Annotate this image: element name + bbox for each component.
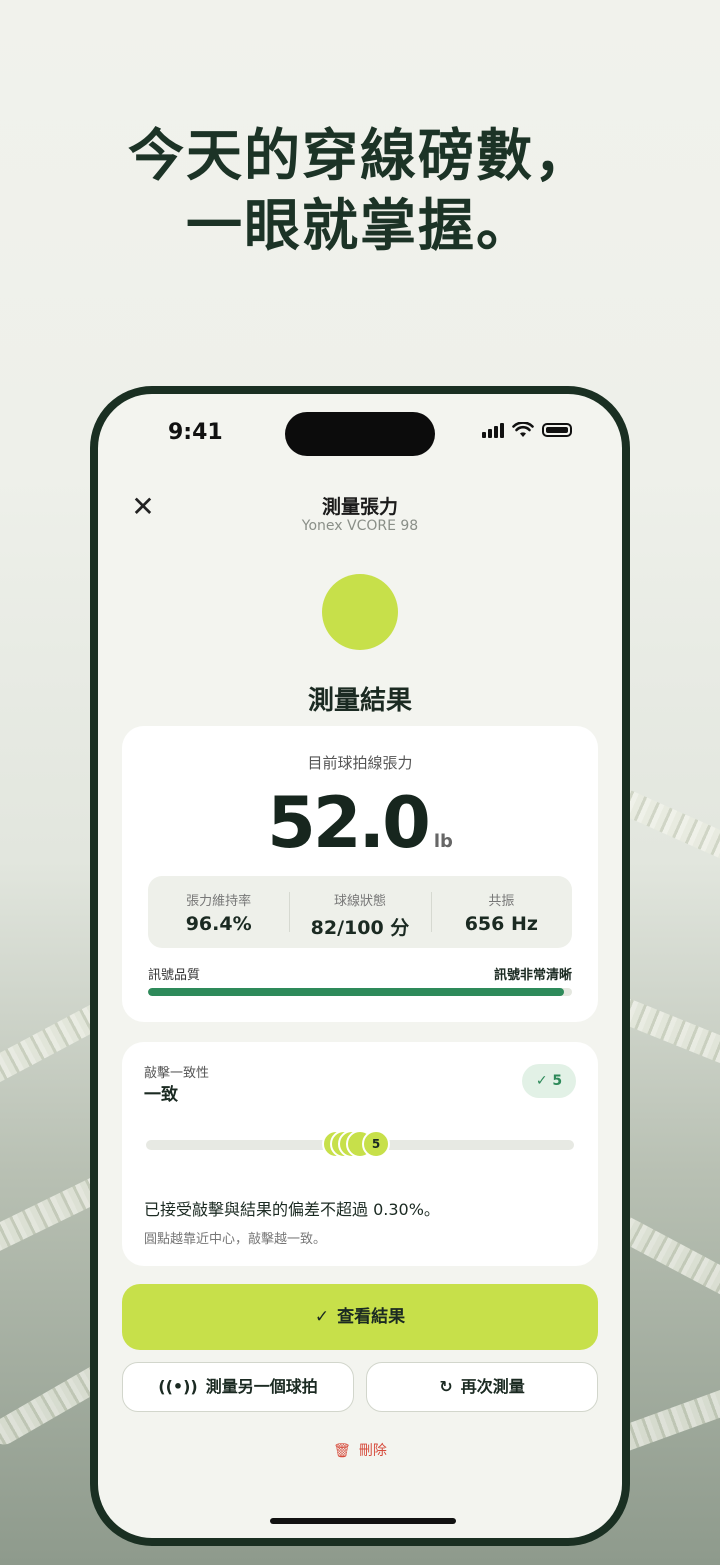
tension-unit: lb — [433, 831, 453, 852]
tap-dot-count: 5 — [362, 1130, 390, 1158]
tap-count: 5 — [552, 1073, 563, 1089]
tap-count-badge: ✓ 5 — [522, 1064, 576, 1098]
nav-title: 測量張力 — [321, 496, 398, 518]
tension-card: 目前球拍線張力 52.0 lb 張力維持率 96.4% 球線狀態 82/100 分… — [122, 726, 598, 1022]
tap-dots: 5 — [322, 1130, 402, 1160]
signal-quality-row: 訊號品質 訊號非常清晰 — [148, 964, 572, 983]
stat-value: 656 Hz — [464, 913, 538, 935]
tennis-ball-icon — [322, 574, 398, 650]
consistency-value: 一致 — [144, 1085, 178, 1105]
stat-label: 球線狀態 — [333, 894, 386, 909]
consistency-label: 敲擊一致性 — [144, 1066, 210, 1081]
consistency-note: 圓點越靠近中心，敲擊越一致。 — [144, 1232, 327, 1247]
battery-icon — [542, 423, 572, 437]
check-icon: ✓ — [314, 1307, 330, 1327]
dynamic-island — [285, 412, 435, 456]
check-icon: ✓ — [535, 1073, 548, 1089]
phone-frame: 9:41 ✕ 測量張力 Yonex VCORE 98 測量結果 目前球拍線張力 … — [90, 386, 630, 1546]
nav-subtitle: Yonex VCORE 98 — [301, 518, 419, 534]
stat-retention: 張力維持率 96.4% — [148, 876, 289, 948]
stats-panel: 張力維持率 96.4% 球線狀態 82/100 分 共振 656 Hz — [148, 876, 572, 948]
delete-label: 刪除 — [358, 1443, 387, 1459]
status-icons — [482, 422, 572, 438]
consistency-card: 敲擊一致性 一致 ✓ 5 5 已接受敲擊與結果的偏差不超過 0.30%。 圓點越… — [122, 1042, 598, 1266]
phone-screen: 9:41 ✕ 測量張力 Yonex VCORE 98 測量結果 目前球拍線張力 … — [98, 394, 622, 1538]
stat-value: 96.4% — [185, 913, 252, 935]
tension-value: 52.0 — [267, 782, 431, 864]
measure-again-label: 再次測量 — [460, 1377, 525, 1396]
home-indicator — [270, 1518, 456, 1524]
stat-string-condition: 球線狀態 82/100 分 — [289, 876, 430, 948]
stat-resonance: 共振 656 Hz — [430, 876, 572, 948]
headline: 今天的穿線磅數， 一眼就掌握。 — [0, 122, 720, 262]
stat-label: 張力維持率 — [186, 894, 252, 909]
view-results-button[interactable]: ✓ 查看結果 — [122, 1284, 598, 1350]
headline-line-1: 今天的穿線磅數， — [128, 124, 592, 189]
signal-quality-label: 訊號品質 — [148, 968, 201, 983]
measure-again-button[interactable]: ↻ 再次測量 — [366, 1362, 598, 1412]
status-time: 9:41 — [168, 420, 223, 445]
broadcast-icon: ((•)) — [158, 1377, 198, 1396]
stat-value: 82/100 分 — [310, 917, 410, 939]
delete-button[interactable]: 🗑 刪除 — [98, 1440, 622, 1460]
tension-label: 目前球拍線張力 — [307, 754, 413, 772]
headline-line-2: 一眼就掌握。 — [186, 194, 534, 259]
consistency-description: 已接受敲擊與結果的偏差不超過 0.30%。 — [144, 1200, 440, 1219]
cellular-signal-icon — [482, 422, 504, 438]
tension-value-wrap: 52.0 lb — [122, 782, 598, 864]
measure-other-racket-button[interactable]: ((•)) 測量另一個球拍 — [122, 1362, 354, 1412]
trash-icon: 🗑 — [333, 1443, 351, 1459]
refresh-icon: ↻ — [439, 1377, 453, 1396]
result-title: 測量結果 — [307, 686, 412, 716]
wifi-icon — [512, 422, 534, 437]
signal-quality-status: 訊號非常清晰 — [493, 968, 572, 983]
measure-other-label: 測量另一個球拍 — [205, 1377, 318, 1396]
signal-quality-fill — [148, 988, 564, 996]
signal-quality-bar — [148, 988, 572, 996]
view-results-label: 查看結果 — [337, 1307, 406, 1327]
stat-label: 共振 — [488, 894, 515, 909]
